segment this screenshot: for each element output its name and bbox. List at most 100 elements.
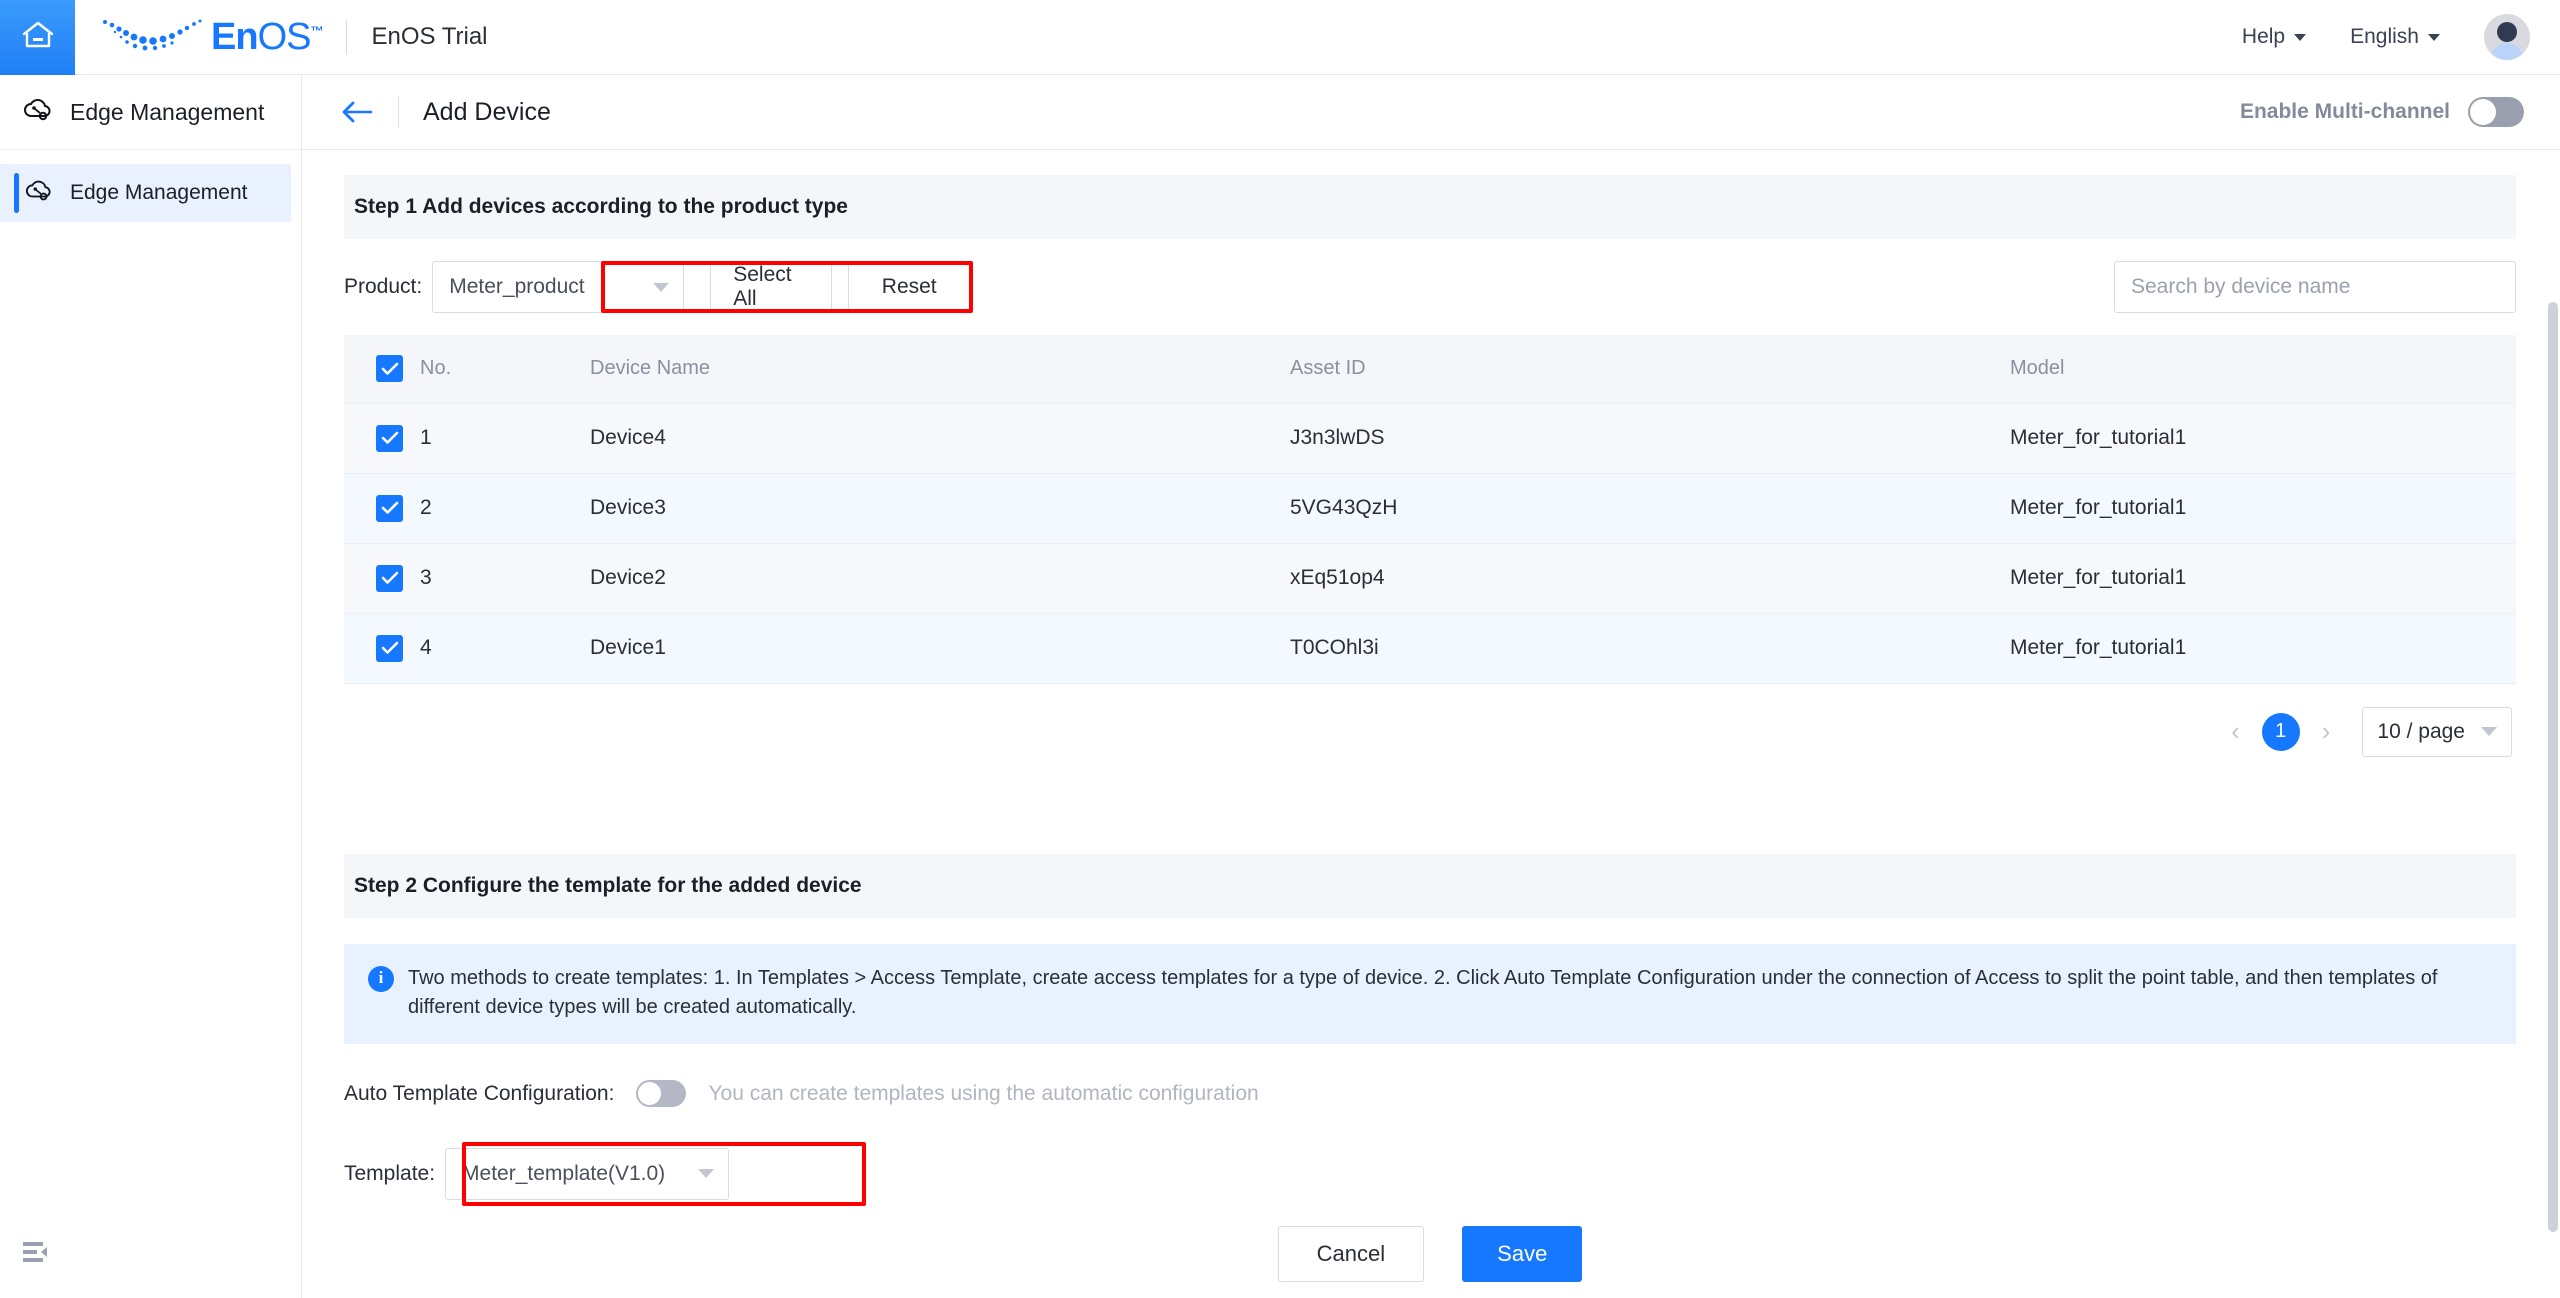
brand-divider — [346, 20, 348, 54]
col-no: No. — [420, 335, 590, 404]
enos-swoosh-icon — [97, 17, 207, 57]
table-row[interactable]: 2 Device3 5VG43QzH Meter_for_tutorial1 — [344, 473, 2516, 544]
page-size-value: 10 / page — [2377, 719, 2465, 743]
search-input[interactable]: Search by device name — [2114, 261, 2516, 313]
info-text: Two methods to create templates: 1. In T… — [408, 966, 2438, 1018]
reset-button[interactable]: Reset — [848, 261, 971, 313]
help-menu[interactable]: Help — [2241, 25, 2307, 49]
row-checkbox-cell — [344, 543, 420, 614]
cell-device-name: Device4 — [590, 403, 1290, 474]
brand-os: OS — [257, 15, 312, 58]
template-select[interactable]: Meter_template(V1.0) — [445, 1147, 730, 1200]
template-row: Template: Meter_template(V1.0) — [344, 1130, 2516, 1218]
cancel-button[interactable]: Cancel — [1277, 1225, 1425, 1282]
select-all-checkbox[interactable] — [376, 355, 403, 383]
auto-template-hint: You can create templates using the autom… — [708, 1081, 1259, 1105]
brand-wordmark: EnOS™ — [211, 15, 323, 59]
device-table-head: No. Device Name Asset ID Model — [344, 335, 2516, 404]
form-actions: Cancel Save — [344, 1225, 2516, 1282]
table-row[interactable]: 4 Device1 T0COhl3i Meter_for_tutorial1 — [344, 613, 2516, 684]
row-checkbox-cell — [344, 613, 420, 684]
save-button[interactable]: Save — [1462, 1225, 1583, 1282]
select-all-button[interactable]: Select All — [710, 261, 833, 313]
brand-tm: ™ — [310, 22, 323, 38]
cell-model: Meter_for_tutorial1 — [2010, 613, 2516, 684]
toggle-knob — [638, 1082, 662, 1105]
row-checkbox[interactable] — [376, 424, 403, 452]
chevron-down-icon — [2294, 33, 2307, 41]
home-icon — [21, 20, 55, 55]
chevron-down-icon — [2481, 727, 2497, 736]
cell-model: Meter_for_tutorial1 — [2010, 403, 2516, 474]
product-label: Product: — [344, 275, 423, 298]
avatar-body — [2491, 43, 2523, 60]
row-checkbox-cell — [344, 403, 420, 474]
top-bar: EnOS™ EnOS Trial Help English — [0, 0, 2560, 75]
collapse-sidebar-icon[interactable] — [22, 1239, 52, 1270]
multichannel-group: Enable Multi-channel — [2240, 97, 2560, 127]
device-table: No. Device Name Asset ID Model 1 Device4… — [344, 335, 2516, 684]
sidebar: Edge Management Edge Management — [0, 75, 302, 1298]
cell-device-name: Device3 — [590, 473, 1290, 544]
add-device-panel: Step 1 Add devices according to the prod… — [344, 175, 2516, 1282]
col-asset-id: Asset ID — [1290, 335, 2010, 404]
cell-asset-id: 5VG43QzH — [1290, 473, 2010, 544]
cell-no: 2 — [420, 473, 590, 544]
auto-template-toggle[interactable] — [636, 1080, 687, 1107]
sidebar-item-label: Edge Management — [70, 181, 248, 204]
brand-logo[interactable]: EnOS™ — [97, 15, 323, 59]
table-row[interactable]: 3 Device2 xEq51op4 Meter_for_tutorial1 — [344, 543, 2516, 614]
content-scrollbar[interactable] — [2548, 302, 2558, 1282]
table-row[interactable]: 1 Device4 J3n3lwDS Meter_for_tutorial1 — [344, 403, 2516, 474]
main-content: Step 1 Add devices according to the prod… — [302, 150, 2560, 1298]
template-label: Template: — [344, 1161, 436, 1185]
edge-cloud-icon — [24, 177, 52, 209]
header-divider — [398, 96, 399, 128]
page-number-1[interactable]: 1 — [2261, 712, 2300, 751]
multichannel-toggle[interactable] — [2468, 97, 2524, 127]
row-checkbox[interactable] — [376, 494, 403, 522]
auto-template-row: Auto Template Configuration: You can cre… — [344, 1058, 2516, 1130]
cell-no: 3 — [420, 543, 590, 614]
sidebar-title: Edge Management — [0, 75, 301, 150]
col-model: Model — [2010, 335, 2516, 404]
multichannel-label: Enable Multi-channel — [2239, 100, 2450, 123]
pagination: ‹ 1 › 10 / page — [344, 684, 2516, 780]
cell-model: Meter_for_tutorial1 — [2010, 543, 2516, 614]
product-select[interactable]: Meter_product — [432, 261, 685, 313]
chevron-down-icon — [653, 282, 670, 292]
back-arrow-icon[interactable] — [340, 99, 374, 125]
auto-template-label: Auto Template Configuration: — [344, 1081, 615, 1105]
cell-asset-id: xEq51op4 — [1290, 543, 2010, 614]
row-checkbox[interactable] — [376, 564, 403, 592]
home-button[interactable] — [0, 0, 75, 75]
tenant-name: EnOS Trial — [371, 23, 488, 50]
cell-model: Meter_for_tutorial1 — [2010, 473, 2516, 544]
info-banner: i Two methods to create templates: 1. In… — [344, 943, 2516, 1044]
page-size-select[interactable]: 10 / page — [2362, 706, 2512, 757]
sidebar-title-label: Edge Management — [70, 98, 265, 125]
page-title: Add Device — [423, 97, 551, 126]
step2-heading: Step 2 Configure the template for the ad… — [344, 853, 2516, 918]
info-icon: i — [368, 965, 394, 992]
sidebar-item-edge-management[interactable]: Edge Management — [0, 164, 291, 222]
language-menu[interactable]: English — [2350, 25, 2440, 49]
page-header: Add Device Enable Multi-channel — [302, 75, 2560, 150]
cell-no: 4 — [420, 613, 590, 684]
row-checkbox[interactable] — [376, 634, 403, 662]
prev-page-button[interactable]: ‹ — [2225, 716, 2246, 747]
filter-row: Product: Meter_product Select All Reset … — [344, 239, 2516, 335]
help-label: Help — [2241, 25, 2286, 48]
next-page-button[interactable]: › — [2316, 716, 2337, 747]
avatar[interactable] — [2484, 14, 2530, 60]
row-checkbox-cell — [344, 473, 420, 544]
table-header-row: No. Device Name Asset ID Model — [344, 335, 2516, 404]
col-device-name: Device Name — [590, 335, 1290, 404]
scrollbar-thumb[interactable] — [2548, 302, 2558, 1232]
brand-en: En — [211, 15, 259, 58]
toggle-knob — [2470, 99, 2496, 125]
cell-asset-id: T0COhl3i — [1290, 613, 2010, 684]
step1-heading: Step 1 Add devices according to the prod… — [344, 175, 2516, 239]
chevron-down-icon — [2428, 33, 2440, 41]
cell-device-name: Device2 — [590, 543, 1290, 614]
